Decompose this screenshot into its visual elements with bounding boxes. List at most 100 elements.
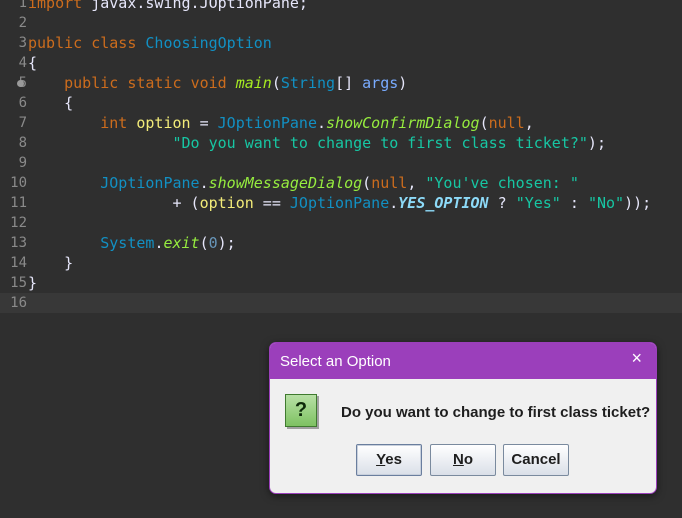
code-token: ); — [587, 134, 606, 152]
code-token: JOptionPane — [289, 194, 390, 212]
line-number: 16 — [10, 295, 27, 311]
code-token: , — [524, 114, 534, 132]
code-line[interactable]: 16 — [0, 293, 682, 313]
code-line[interactable]: 13 System.exit(0); — [0, 233, 682, 253]
dialog-titlebar[interactable]: Select an Option × — [270, 343, 656, 379]
line-number: 15 — [10, 275, 27, 291]
code-line[interactable]: 5 public static void main(String[] args) — [0, 73, 682, 93]
code-line[interactable]: 10 JOptionPane.showMessageDialog(null, "… — [0, 173, 682, 193]
line-number: 2 — [18, 15, 27, 31]
code-line[interactable]: 9 — [0, 153, 682, 173]
code-token: == — [253, 194, 290, 212]
code-token: args — [362, 74, 399, 92]
code-text: } — [28, 253, 73, 273]
code-token: JOptionPane — [100, 174, 200, 192]
code-token: ( — [199, 234, 209, 252]
cancel-button[interactable]: Cancel — [503, 444, 569, 476]
code-line[interactable]: 2 — [0, 13, 682, 33]
code-token: void — [190, 74, 227, 92]
code-line[interactable]: 12 — [0, 213, 682, 233]
line-number: 7 — [18, 115, 27, 131]
code-token: { — [28, 94, 74, 112]
code-line[interactable]: 14 } — [0, 253, 682, 273]
code-token: null — [488, 114, 525, 132]
yes-mnemonic: Y — [376, 451, 386, 468]
code-line[interactable]: 3 public class ChoosingOption — [0, 33, 682, 53]
line-number: 12 — [10, 215, 27, 231]
code-token: String — [280, 74, 336, 92]
dialog-message: Do you want to change to first class tic… — [341, 404, 651, 421]
code-token: JOptionPane — [217, 114, 317, 132]
code-token: ChoosingOption — [145, 34, 272, 52]
fold-toggle-icon[interactable] — [17, 80, 24, 87]
code-token: option — [136, 114, 191, 132]
code-line[interactable]: 11 + (option == JOptionPane.YES_OPTION ?… — [0, 193, 682, 213]
line-number: 1 — [18, 0, 27, 11]
code-token: ( — [362, 174, 372, 192]
code-token: } — [28, 254, 74, 272]
code-token: . — [389, 194, 399, 212]
code-token: "No" — [587, 194, 625, 212]
code-token: ( — [479, 114, 489, 132]
code-token: } — [28, 274, 38, 292]
code-token: + ( — [28, 194, 200, 212]
code-text: public class ChoosingOption — [28, 33, 272, 53]
code-token: ( — [271, 74, 281, 92]
code-token: = — [190, 114, 218, 132]
confirm-dialog: Select an Option × ? Do you want to chan… — [269, 342, 657, 494]
code-text: { — [28, 93, 73, 113]
line-number: 4 — [18, 55, 27, 71]
code-token: : — [560, 194, 588, 212]
code-token: . — [199, 174, 209, 192]
no-label-rest: o — [463, 451, 473, 468]
code-token: option — [199, 194, 254, 212]
code-token: , — [407, 174, 426, 192]
code-token: "Yes" — [515, 194, 561, 212]
code-token: static — [127, 74, 182, 92]
code-text: System.exit(0); — [28, 233, 235, 253]
code-token: null — [371, 174, 408, 192]
code-line[interactable]: 4{ — [0, 53, 682, 73]
code-token: 0 — [208, 234, 218, 252]
dialog-title: Select an Option — [280, 353, 391, 370]
code-token: . — [317, 114, 327, 132]
code-token: "Do you want to change to first class ti… — [172, 134, 588, 152]
code-token: class — [91, 34, 137, 52]
line-number: 14 — [10, 255, 27, 271]
code-text: public static void main(String[] args) — [28, 73, 407, 93]
yes-label-rest: es — [385, 451, 402, 468]
question-icon: ? — [285, 394, 317, 427]
code-token: System — [100, 234, 155, 252]
code-token: import — [28, 0, 83, 12]
code-editor[interactable]: 1 import javax.swing.JOptionPane; 2 3 public… — [0, 0, 682, 313]
code-line[interactable]: 8 "Do you want to change to first class … — [0, 133, 682, 153]
code-token: public — [28, 34, 83, 52]
line-number: 9 — [18, 155, 27, 171]
close-icon[interactable]: × — [631, 348, 642, 369]
code-line[interactable]: 6 { — [0, 93, 682, 113]
code-line[interactable]: 7 int option = JOptionPane.showConfirmDi… — [0, 113, 682, 133]
code-token: YES_OPTION — [398, 194, 489, 212]
code-text: + (option == JOptionPane.YES_OPTION ? "Y… — [28, 193, 651, 213]
code-line[interactable]: 1 import javax.swing.JOptionPane; — [0, 0, 682, 13]
code-token: { — [28, 54, 38, 72]
code-token: showMessageDialog — [208, 174, 363, 192]
code-text: int option = JOptionPane.showConfirmDial… — [28, 113, 534, 133]
no-button[interactable]: No — [430, 444, 496, 476]
code-text: JOptionPane.showMessageDialog(null, "You… — [28, 173, 579, 193]
code-token: public — [64, 74, 119, 92]
code-text: { — [28, 53, 37, 73]
code-text: } — [28, 273, 37, 293]
yes-button[interactable]: Yes — [356, 444, 422, 476]
code-token: [] — [335, 74, 363, 92]
code-line[interactable]: 15} — [0, 273, 682, 293]
